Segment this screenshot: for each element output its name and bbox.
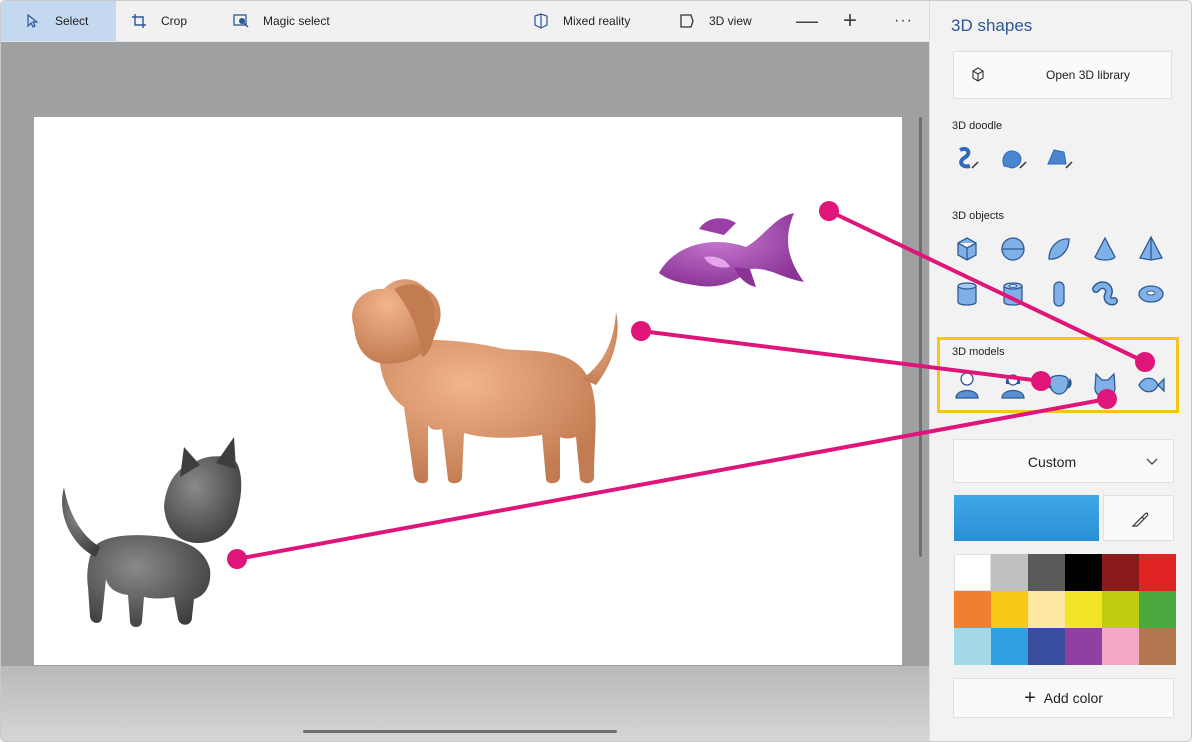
palette-swatch[interactable] [991,628,1028,665]
add-color-button[interactable]: + Add color [953,678,1174,718]
palette-swatch[interactable] [991,554,1028,591]
palette-swatch[interactable] [1065,554,1102,591]
crop-icon [132,14,146,28]
open-3d-library-button[interactable]: Open 3D library [953,51,1172,99]
objects-row-2 [952,278,1182,310]
doodle-row [952,143,1090,175]
color-mode-value: Custom [1027,454,1077,470]
section-3d-objects: 3D objects [952,210,1004,222]
top-toolbar: Select Crop Magic select Mixed reality 3… [1,1,929,42]
canvas-workspace [1,42,929,741]
vertical-scrollbar[interactable] [919,117,922,557]
mixed-reality-icon [534,13,548,29]
open-3d-library-label: Open 3D library [1046,68,1131,82]
eyedropper-icon [1131,512,1149,527]
select-button[interactable]: Select [1,1,116,41]
more-options-button[interactable]: ··· [894,1,913,41]
color-mode-dropdown[interactable]: Custom [953,439,1174,483]
crop-label: Crop [161,14,188,28]
sharp-doodle-icon[interactable] [952,143,998,175]
crop-button[interactable]: Crop [131,1,187,41]
palette-swatch[interactable] [954,591,991,628]
current-color-swatch[interactable] [954,495,1099,541]
cylinder-icon[interactable] [952,278,998,310]
zoom-out-button[interactable]: — [796,1,818,41]
eyedropper-button[interactable] [1103,495,1174,541]
cone-icon[interactable] [1090,233,1136,265]
palette-swatch[interactable] [954,628,991,665]
palette-swatch[interactable] [1028,554,1065,591]
objects-row-1 [952,233,1182,265]
paint-3d-window: Select Crop Magic select Mixed reality 3… [0,0,1192,742]
3d-view-button[interactable]: 3D view [679,1,752,41]
zoom-in-icon: + [843,7,858,34]
palette-swatch[interactable] [1065,591,1102,628]
3d-models-highlight [937,337,1179,413]
palette-swatch[interactable] [1102,591,1139,628]
palette-swatch[interactable] [1139,628,1176,665]
plus-icon: + [1024,686,1036,709]
palette-swatch[interactable] [954,554,991,591]
palette-swatch[interactable] [991,591,1028,628]
capsule-icon[interactable] [1044,278,1090,310]
donut-icon[interactable] [1136,278,1182,310]
curved-tube-icon[interactable] [1090,278,1136,310]
chevron-down-icon [1146,458,1158,465]
canvas-scene [62,213,804,627]
pointer-icon [27,13,39,28]
palette-swatch[interactable] [1028,628,1065,665]
dog-model[interactable] [352,279,618,484]
3d-view-icon [680,14,694,28]
soft-doodle-icon[interactable] [998,143,1044,175]
drawing-canvas[interactable] [34,117,902,665]
hemisphere-icon[interactable] [1044,233,1090,265]
magic-select-label: Magic select [263,14,330,28]
3d-library-icon [972,67,984,82]
magic-select-button[interactable]: Magic select [233,1,330,41]
mixed-reality-button[interactable]: Mixed reality [533,1,630,41]
add-color-label: Add color [1043,690,1103,706]
cat-model[interactable] [62,437,242,627]
more-icon: ··· [894,12,913,29]
pyramid-icon[interactable] [1136,233,1182,265]
palette-swatch[interactable] [1102,628,1139,665]
horizontal-scrollbar[interactable] [303,730,617,733]
fish-model[interactable] [659,213,804,287]
palette-swatch[interactable] [1139,554,1176,591]
sphere-icon[interactable] [998,233,1044,265]
palette-swatch[interactable] [1028,591,1065,628]
select-label: Select [55,14,89,28]
zoom-out-icon: — [796,8,818,33]
3d-view-label: 3D view [709,14,752,28]
mixed-reality-label: Mixed reality [563,14,631,28]
palette-swatch[interactable] [1065,628,1102,665]
magic-select-icon [233,14,249,28]
color-palette [954,554,1176,665]
section-3d-doodle: 3D doodle [952,120,1003,132]
palette-swatch[interactable] [1102,554,1139,591]
zoom-in-button[interactable]: + [843,1,857,41]
tube-doodle-icon[interactable] [1044,143,1090,175]
palette-swatch[interactable] [1139,591,1176,628]
tube-icon[interactable] [998,278,1044,310]
panel-title: 3D shapes [951,16,1033,35]
cube-icon[interactable] [952,233,998,265]
